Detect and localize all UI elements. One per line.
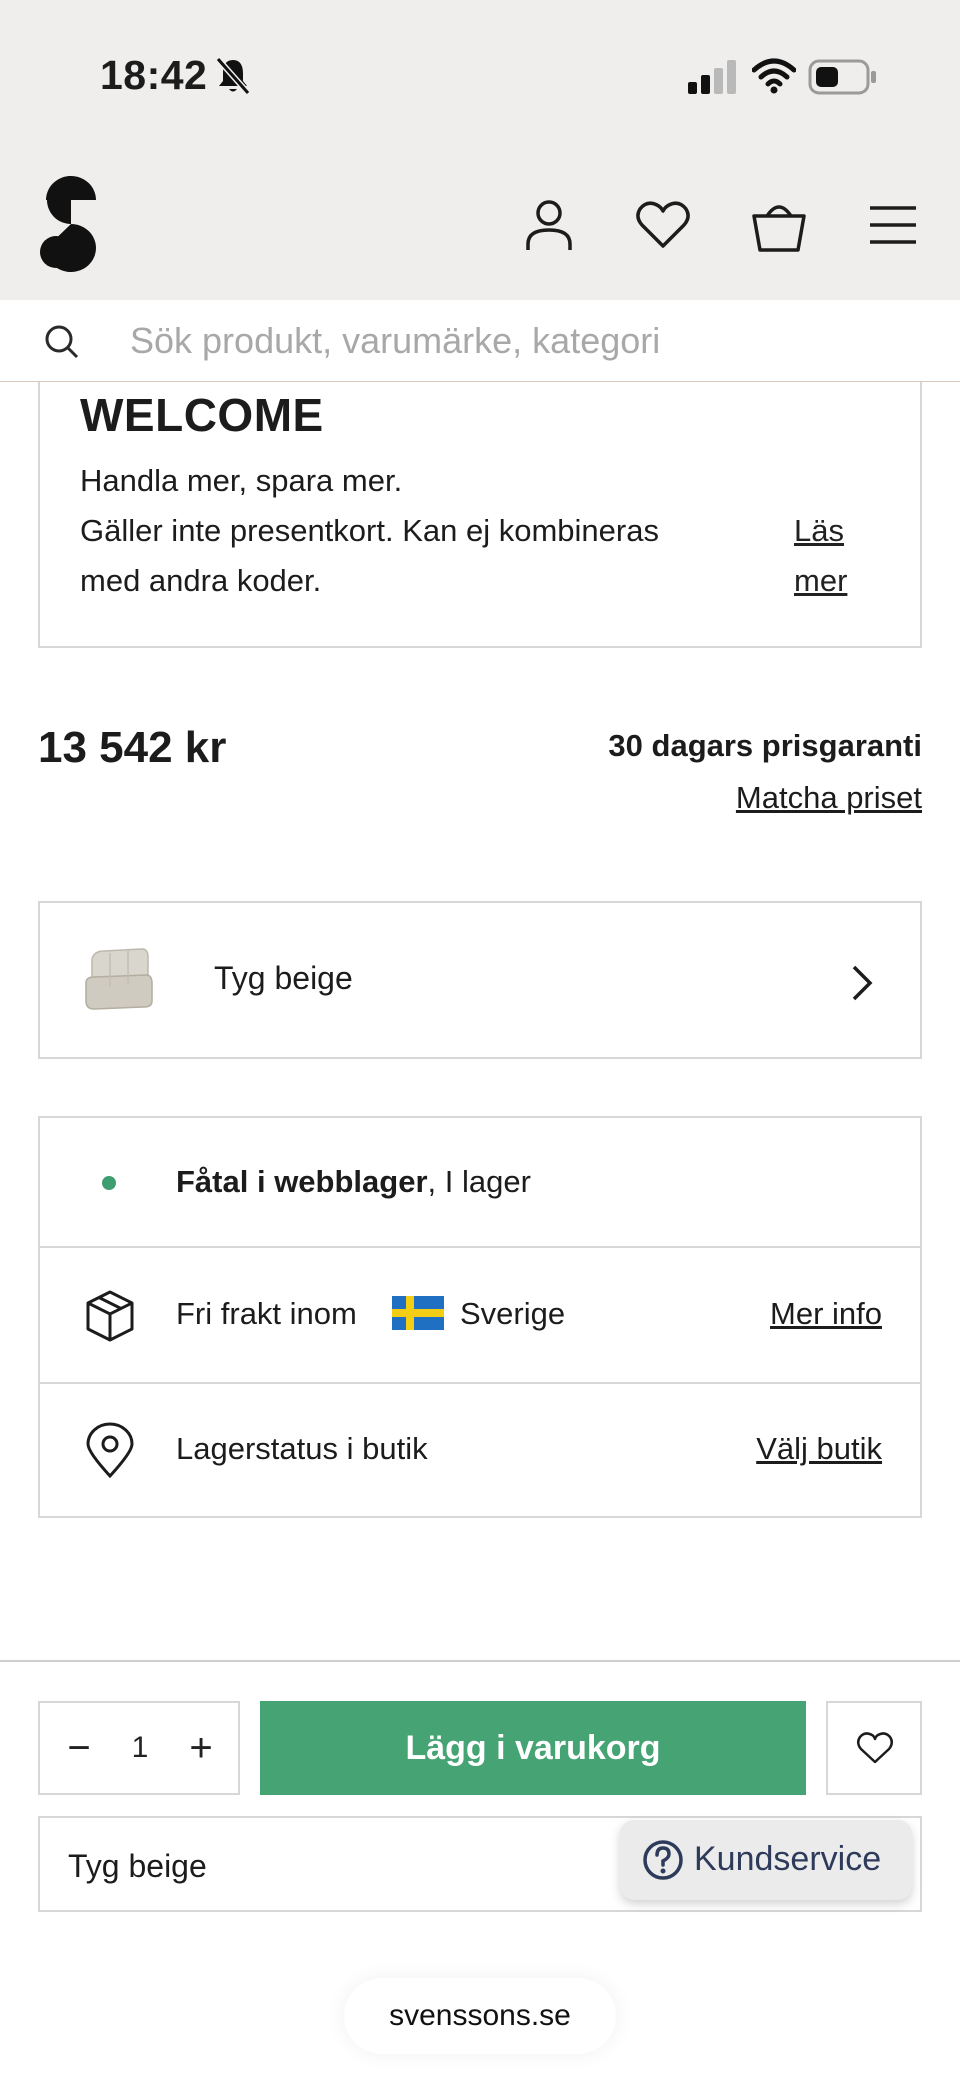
status-bar: 18:42 [0, 0, 960, 150]
heart-icon[interactable] [634, 196, 692, 254]
armchair-thumbnail-icon [85, 948, 153, 1010]
basket-icon[interactable] [750, 196, 808, 254]
promo-line-1: Handla mer, spara mer. [80, 463, 403, 498]
bottom-bar-divider [0, 1660, 960, 1662]
price-guarantee: 30 dagars prisgaranti [608, 728, 922, 763]
stock-indicator-dot [102, 1176, 116, 1190]
add-to-wishlist-button[interactable] [826, 1701, 922, 1795]
stock-status-rest: , I lager [427, 1164, 531, 1199]
swedish-flag-icon [392, 1296, 444, 1330]
selected-variant-label: Tyg beige [68, 1848, 207, 1884]
stock-status-bold: Fåtal i webblager [176, 1164, 428, 1199]
promo-title: WELCOME [80, 389, 324, 441]
search-input[interactable] [130, 314, 910, 368]
stock-row: Fåtal i webblager, I lager [40, 1118, 920, 1248]
promo-line-2: Gäller inte presentkort. Kan ej kombiner… [80, 513, 659, 548]
shipping-country: Sverige [460, 1296, 566, 1331]
battery-icon [808, 59, 876, 95]
chevron-right-icon [852, 965, 873, 1001]
match-price-link[interactable]: Matcha priset [736, 780, 922, 816]
cellular-signal-icon [688, 60, 736, 94]
variant-selector[interactable]: Tyg beige [38, 901, 922, 1059]
browser-url-bar[interactable]: svenssons.se [344, 1978, 616, 2054]
availability-info: Fåtal i webblager, I lager Fri frakt ino… [38, 1116, 922, 1518]
svenssons-logo-icon[interactable] [36, 176, 106, 272]
shipping-row: Fri frakt inom Sverige Mer info [40, 1248, 920, 1384]
decrease-quantity-button[interactable]: − [52, 1721, 106, 1775]
status-time: 18:42 [100, 52, 208, 98]
quantity-input[interactable] [108, 1721, 172, 1775]
customer-service-label: Kundservice [694, 1840, 882, 1878]
variant-label: Tyg beige [214, 960, 353, 996]
quantity-stepper: − + [38, 1701, 240, 1795]
add-to-cart-button[interactable]: Lägg i varukorg [260, 1701, 806, 1795]
product-price: 13 542 kr [38, 723, 227, 772]
welcome-promo: WELCOME Handla mer, spara mer. Gäller in… [38, 382, 922, 648]
location-pin-icon [86, 1422, 134, 1478]
wifi-icon [752, 58, 796, 94]
more-info-link[interactable]: Mer info [770, 1296, 882, 1332]
promo-line-3: med andra koder. [80, 563, 322, 598]
package-icon [86, 1290, 134, 1342]
store-stock-label: Lagerstatus i butik [176, 1431, 428, 1466]
help-circle-icon [643, 1840, 683, 1880]
stock-status: Fåtal i webblager, I lager [176, 1164, 531, 1200]
menu-icon[interactable] [864, 196, 922, 254]
shipping-text: Fri frakt inom [176, 1296, 357, 1331]
search-bar [0, 300, 960, 382]
customer-service-button[interactable]: Kundservice [620, 1820, 912, 1900]
search-icon [45, 325, 79, 359]
heart-icon [857, 1732, 893, 1764]
store-stock-row: Lagerstatus i butik Välj butik [40, 1384, 920, 1518]
read-more-link[interactable]: Läs mer [794, 506, 874, 606]
increase-quantity-button[interactable]: + [174, 1721, 228, 1775]
bell-muted-icon [215, 57, 251, 95]
site-header [0, 150, 960, 300]
account-icon[interactable] [520, 196, 578, 254]
choose-store-link[interactable]: Välj butik [756, 1431, 882, 1467]
